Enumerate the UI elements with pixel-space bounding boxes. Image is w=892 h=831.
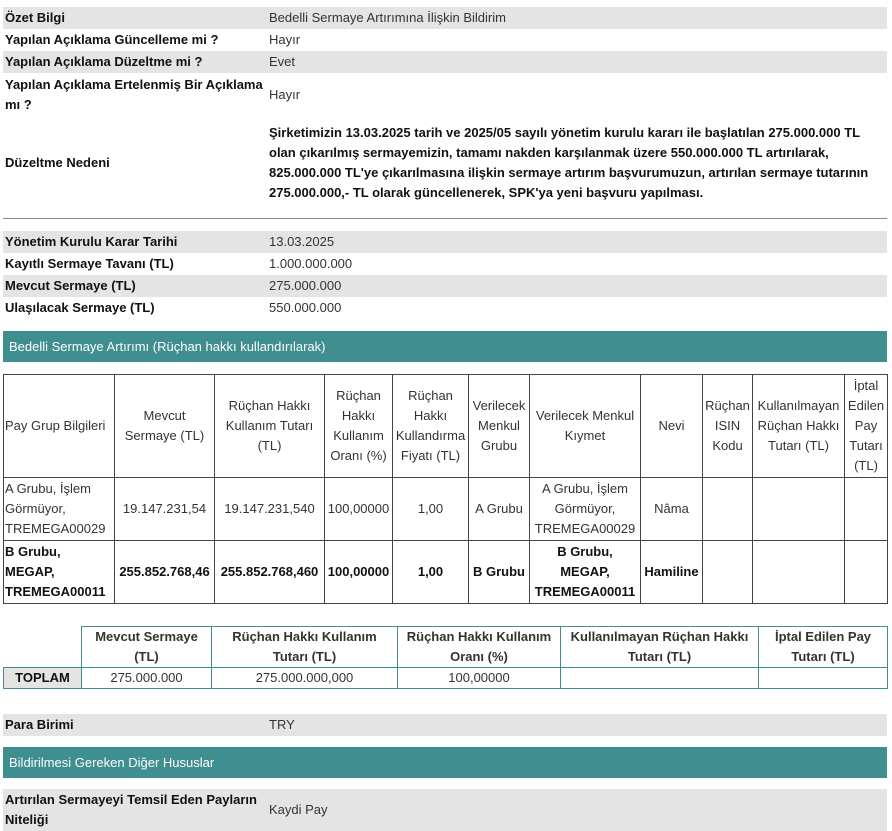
- total-header-current-capital: Mevcut Sermaye (TL): [81, 626, 212, 668]
- cell-rights-price: 1,00: [392, 540, 469, 604]
- rights-section-header: Bedelli Sermaye Artırımı (Rüçhan hakkı k…: [3, 331, 887, 362]
- total-header-blank: [3, 626, 82, 668]
- cell-current-capital: 255.852.768,46: [114, 540, 215, 604]
- board-date-value: 13.03.2025: [269, 234, 335, 249]
- rights-header-row: Pay Grup Bilgileri Mevcut Sermaye (TL) R…: [3, 374, 888, 478]
- cell-current-capital: 19.147.231,54: [114, 477, 215, 541]
- deferred-key: Yapılan Açıklama Ertelenmiş Bir Açıklama…: [5, 77, 263, 112]
- header-share-group: Pay Grup Bilgileri: [3, 374, 115, 478]
- disclosure-page: Özet Bilgi Bedelli Sermaye Artırımına İl…: [0, 0, 892, 831]
- header-rights-amount: Rüçhan Hakkı Kullanım Tutarı (TL): [214, 374, 325, 478]
- cell-security-group: B Grubu: [468, 540, 530, 604]
- target-capital-key: Ulaşılacak Sermaye (TL): [5, 300, 155, 315]
- share-nature-key: Artırılan Sermayeyi Temsil Eden Payların…: [5, 792, 257, 827]
- target-capital-row: Ulaşılacak Sermaye (TL) 550.000.000: [3, 297, 887, 319]
- registered-capital-value: 1.000.000.000: [269, 256, 353, 271]
- deferred-row: Yapılan Açıklama Ertelenmiş Bir Açıklama…: [3, 73, 887, 117]
- cell-type: Hamiline: [640, 540, 703, 604]
- registered-capital-key: Kayıtlı Sermaye Tavanı (TL): [5, 256, 174, 271]
- total-rights-amount: 275.000.000,000: [211, 667, 398, 689]
- current-capital-key: Mevcut Sermaye (TL): [5, 278, 136, 293]
- header-current-capital: Mevcut Sermaye (TL): [114, 374, 215, 478]
- summary-value: Bedelli Sermaye Artırımına İlişkin Bildi…: [269, 10, 506, 25]
- cell-unused-rights: [752, 540, 845, 604]
- correction-reason-key: Düzeltme Nedeni: [5, 155, 110, 170]
- total-header-cancelled-shares: İptal Edilen Pay Tutarı (TL): [758, 626, 888, 668]
- cell-rights-ratio: 100,00000: [324, 540, 393, 604]
- correction-reason-value: Şirketimizin 13.03.2025 tarih ve 2025/05…: [269, 125, 869, 200]
- total-header-unused-rights: Kullanılmayan Rüçhan Hakkı Tutarı (TL): [560, 626, 759, 668]
- board-date-key: Yönetim Kurulu Karar Tarihi: [5, 234, 178, 249]
- header-unused-rights: Kullanılmayan Rüçhan Hakkı Tutarı (TL): [752, 374, 845, 478]
- target-capital-value: 550.000.000: [269, 300, 342, 315]
- currency-value: TRY: [269, 717, 295, 732]
- deferred-value: Hayır: [269, 87, 301, 102]
- registered-capital-row: Kayıtlı Sermaye Tavanı (TL) 1.000.000.00…: [3, 253, 887, 275]
- correction-flag-key: Yapılan Açıklama Düzeltme mi ?: [5, 54, 203, 69]
- share-nature-value: Kaydi Pay: [269, 802, 328, 817]
- total-cancelled-shares: [758, 667, 888, 689]
- table-row: B Grubu, MEGAP, TREMEGA00011 255.852.768…: [3, 540, 888, 604]
- header-rights-price: Rüçhan Hakkı Kullandırma Fiyatı (TL): [392, 374, 469, 478]
- share-nature-row: Artırılan Sermayeyi Temsil Eden Payların…: [3, 789, 887, 831]
- total-label: TOPLAM: [3, 667, 82, 689]
- cell-share-group: B Grubu, MEGAP, TREMEGA00011: [3, 540, 115, 604]
- header-security: Verilecek Menkul Kıymet: [529, 374, 641, 478]
- cell-rights-ratio: 100,00000: [324, 477, 393, 541]
- update-row: Yapılan Açıklama Güncelleme mi ? Hayır: [3, 29, 887, 51]
- cell-cancelled-shares: [844, 477, 888, 541]
- board-date-row: Yönetim Kurulu Karar Tarihi 13.03.2025: [3, 231, 887, 253]
- currency-key: Para Birimi: [5, 717, 74, 732]
- total-rights-ratio: 100,00000: [397, 667, 561, 689]
- summary-key: Özet Bilgi: [5, 10, 65, 25]
- cell-security: B Grubu, MEGAP, TREMEGA00011: [529, 540, 641, 604]
- cell-share-group: A Grubu, İşlem Görmüyor, TREMEGA00029: [3, 477, 115, 541]
- summary-row: Özet Bilgi Bedelli Sermaye Artırımına İl…: [3, 7, 887, 29]
- header-security-group: Verilecek Menkul Grubu: [468, 374, 530, 478]
- cell-isin: [702, 540, 753, 604]
- update-key: Yapılan Açıklama Güncelleme mi ?: [5, 32, 219, 47]
- cell-unused-rights: [752, 477, 845, 541]
- total-header-rights-amount: Rüçhan Hakkı Kullanım Tutarı (TL): [211, 626, 398, 668]
- current-capital-row: Mevcut Sermaye (TL) 275.000.000: [3, 275, 887, 297]
- total-header-rights-ratio: Rüçhan Hakkı Kullanım Oranı (%): [397, 626, 561, 668]
- cell-security-group: A Grubu: [468, 477, 530, 541]
- total-unused-rights: [560, 667, 759, 689]
- header-type: Nevi: [640, 374, 703, 478]
- header-isin: Rüçhan ISIN Kodu: [702, 374, 753, 478]
- correction-flag-value: Evet: [269, 54, 296, 69]
- cell-type: Nâma: [640, 477, 703, 541]
- total-table: Mevcut Sermaye (TL) Rüçhan Hakkı Kullanı…: [3, 626, 888, 689]
- correction-reason-row: Düzeltme Nedeni Şirketimizin 13.03.2025 …: [3, 117, 887, 209]
- cell-rights-amount: 19.147.231,540: [214, 477, 325, 541]
- correction-flag-row: Yapılan Açıklama Düzeltme mi ? Evet: [3, 51, 887, 73]
- total-header-row: Mevcut Sermaye (TL) Rüçhan Hakkı Kullanı…: [3, 626, 888, 668]
- cell-rights-amount: 255.852.768,460: [214, 540, 325, 604]
- cell-security: A Grubu, İşlem Görmüyor, TREMEGA00029: [529, 477, 641, 541]
- cell-isin: [702, 477, 753, 541]
- total-row: TOPLAM 275.000.000 275.000.000,000 100,0…: [3, 667, 888, 689]
- currency-row: Para Birimi TRY: [3, 714, 887, 736]
- cell-rights-price: 1,00: [392, 477, 469, 541]
- header-cancelled-shares: İptal Edilen Pay Tutarı (TL): [844, 374, 888, 478]
- total-current-capital: 275.000.000: [81, 667, 212, 689]
- header-rights-ratio: Rüçhan Hakkı Kullanım Oranı (%): [324, 374, 393, 478]
- table-row: A Grubu, İşlem Görmüyor, TREMEGA00029 19…: [3, 477, 888, 541]
- other-section-header: Bildirilmesi Gereken Diğer Hususlar: [3, 747, 887, 778]
- cell-cancelled-shares: [844, 540, 888, 604]
- rights-table: Pay Grup Bilgileri Mevcut Sermaye (TL) R…: [3, 374, 888, 604]
- current-capital-value: 275.000.000: [269, 278, 342, 293]
- update-value: Hayır: [269, 32, 301, 47]
